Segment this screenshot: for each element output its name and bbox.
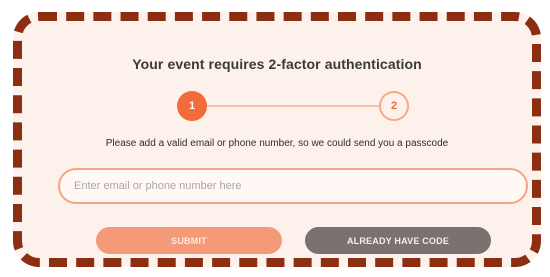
step-2-pending: 2	[379, 91, 409, 121]
step-indicator: 1 2	[177, 91, 409, 121]
submit-button[interactable]: SUBMIT	[96, 227, 282, 254]
auth-dialog: Your event requires 2-factor authenticat…	[22, 21, 532, 258]
instruction-text: Please add a valid email or phone number…	[105, 138, 449, 149]
already-have-code-button[interactable]: ALREADY HAVE CODE	[305, 227, 491, 254]
auth-dialog-frame: Your event requires 2-factor authenticat…	[13, 12, 541, 267]
dialog-title: Your event requires 2-factor authenticat…	[132, 56, 422, 72]
email-or-phone-input[interactable]	[58, 168, 528, 204]
step-connector-line	[205, 105, 381, 107]
step-1-active: 1	[177, 91, 207, 121]
